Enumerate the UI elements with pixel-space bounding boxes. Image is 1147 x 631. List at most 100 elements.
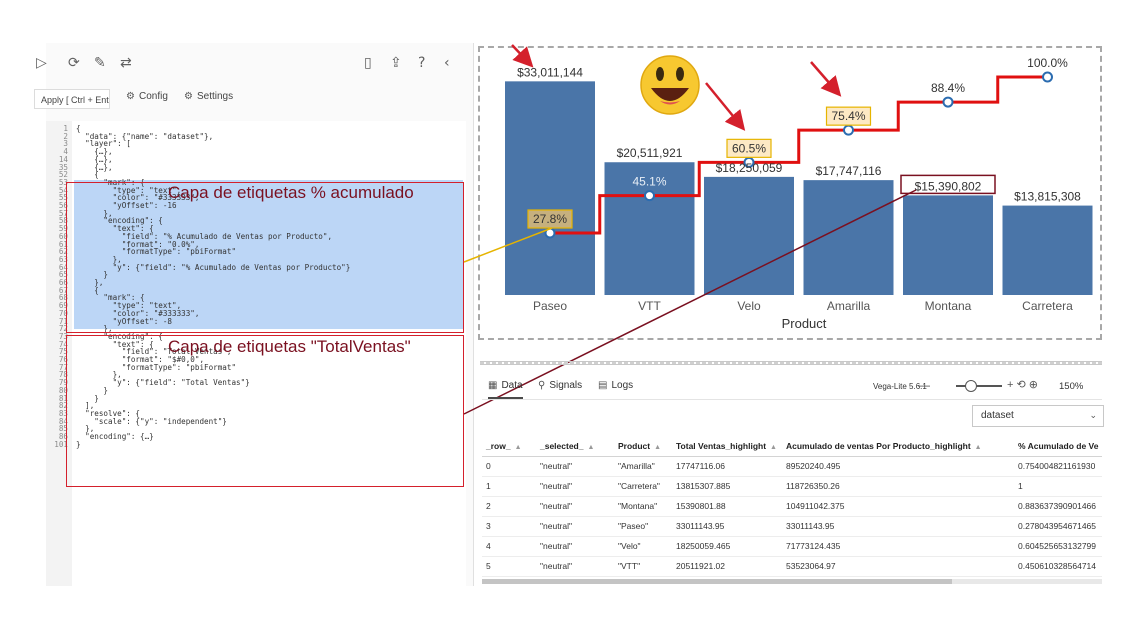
column-header-label: _selected_ xyxy=(540,440,584,451)
table-cell: 118726350.26 xyxy=(782,476,1014,497)
table-cell: 13815307.885 xyxy=(672,476,782,497)
table-row: 2 "neutral" "Montana" 15390801.88 104911042.… xyxy=(482,496,1102,517)
tab-logs-label: Logs xyxy=(611,380,634,391)
tab-data[interactable]: ▦ Data xyxy=(488,380,523,399)
table-cell: "VTT" xyxy=(614,556,672,577)
tab-signals[interactable]: ⚲ Signals xyxy=(538,380,582,391)
apply-button[interactable]: Apply [ Ctrl + Enter ] xyxy=(34,89,110,109)
tab-config[interactable]: ⚙ Config xyxy=(126,91,168,102)
table-cell: 53523064.97 xyxy=(782,556,1014,577)
dataset-select-value: dataset xyxy=(981,410,1014,421)
table-cell: 0.883637390901466 xyxy=(1014,496,1102,517)
table-cell: "neutral" xyxy=(536,456,614,477)
tab-logs[interactable]: ▤ Logs xyxy=(598,380,633,391)
sort-icon[interactable]: ▲ xyxy=(654,444,661,451)
column-header-label: Total Ventas_highlight xyxy=(676,440,767,451)
table-cell: 17747116.06 xyxy=(672,456,782,477)
column-header-label: _row_ xyxy=(486,440,511,451)
column-header[interactable]: Acumulado de ventas Por Producto_highlig… xyxy=(782,436,1014,457)
table-cell: 18250059.465 xyxy=(672,536,782,557)
help-icon[interactable]: ? xyxy=(418,55,425,71)
table-body: 0 "neutral" "Amarilla" 17747116.06 89520240.… xyxy=(482,456,1102,577)
table-row: 0 "neutral" "Amarilla" 17747116.06 89520240.… xyxy=(482,456,1102,477)
table-cell: "neutral" xyxy=(536,476,614,497)
collapse-icon[interactable]: ‹ xyxy=(444,55,450,71)
column-header[interactable]: Total Ventas_highlight ▲ xyxy=(672,436,782,457)
table-cell: 1 xyxy=(482,476,536,497)
table-cell: "neutral" xyxy=(536,516,614,537)
column-header-label: Acumulado de ventas Por Producto_highlig… xyxy=(786,440,971,451)
table-cell: "Montana" xyxy=(614,496,672,517)
table-cell: 89520240.495 xyxy=(782,456,1014,477)
tab-settings-label: Settings xyxy=(196,91,234,102)
annotation-title-cumulative: Capa de etiquetas % acumulado xyxy=(168,183,414,202)
table-row: 4 "neutral" "Velo" 18250059.465 71773124.435… xyxy=(482,536,1102,557)
table-cell: "neutral" xyxy=(536,496,614,517)
share-icon[interactable]: ⇪ xyxy=(390,55,402,71)
table-cell: "Carretera" xyxy=(614,476,672,497)
chart-view xyxy=(478,46,1102,340)
table-scrollbar-thumb[interactable] xyxy=(482,579,952,584)
column-header-label: % Acumulado de Ve xyxy=(1018,440,1099,451)
config-icon: ⚙ xyxy=(126,91,135,102)
column-header[interactable]: % Acumulado de Ve xyxy=(1014,436,1102,457)
table-cell: "neutral" xyxy=(536,536,614,557)
sort-icon[interactable]: ▲ xyxy=(770,444,777,451)
table-cell: "neutral" xyxy=(536,556,614,577)
table-cell: 20511921.02 xyxy=(672,556,782,577)
sort-icon[interactable]: ▲ xyxy=(515,444,522,451)
column-header[interactable]: _selected_ ▲ xyxy=(536,436,614,457)
tab-data-label: Data xyxy=(501,380,523,391)
tab-settings[interactable]: ⚙ Settings xyxy=(184,91,233,102)
table-header-row: _row_ ▲ _selected_ ▲ Product ▲ Total Ventas_hi… xyxy=(482,436,1102,457)
run-icon[interactable]: ▷ xyxy=(36,55,47,71)
table-row: 3 "neutral" "Paseo" 33011143.95 33011143.95 0… xyxy=(482,516,1102,537)
sort-icon[interactable]: ▲ xyxy=(975,444,982,451)
table-cell: 5 xyxy=(482,556,536,577)
table-cell: "Paseo" xyxy=(614,516,672,537)
dataset-select[interactable]: dataset ⌄ xyxy=(972,405,1104,427)
table-cell: 4 xyxy=(482,536,536,557)
table-cell: 0.604525653132799 xyxy=(1014,536,1102,557)
editor-tabs: Apply [ Ctrl + Enter ] ⚙Config ⚙Settings xyxy=(34,87,474,113)
pane-splitter[interactable] xyxy=(480,361,1102,365)
signals-icon: ⚲ xyxy=(538,380,546,391)
data-panel-toolbar: ▦ Data ⚲ Signals ▤ Logs Vega-Lite 5.6.1 — +… xyxy=(482,372,1102,400)
table-row: 5 "neutral" "VTT" 20511921.02 53523064.97 0.4… xyxy=(482,556,1102,577)
column-header[interactable]: _row_ ▲ xyxy=(482,436,536,457)
tab-signals-label: Signals xyxy=(549,380,583,391)
table-row: 1 "neutral" "Carretera" 13815307.885 1187263… xyxy=(482,476,1102,497)
table-icon: ▦ xyxy=(488,380,498,391)
zoom-slider-thumb[interactable] xyxy=(965,380,977,392)
table-cell: 0.278043954671465 xyxy=(1014,516,1102,537)
settings-icon: ⚙ xyxy=(184,91,193,102)
zoom-level: 150% xyxy=(1059,381,1084,392)
wrench-icon[interactable]: ✎ xyxy=(94,55,106,71)
table-cell: 2 xyxy=(482,496,536,517)
column-header[interactable]: Product ▲ xyxy=(614,436,672,457)
table-cell: 0.754004821161930 xyxy=(1014,456,1102,477)
data-table: _row_ ▲ _selected_ ▲ Product ▲ Total Ventas_hi… xyxy=(482,436,1102,577)
swap-icon[interactable]: ⇄ xyxy=(120,55,132,71)
table-cell: 0 xyxy=(482,456,536,477)
table-cell: 1 xyxy=(1014,476,1102,497)
table-cell: 71773124.435 xyxy=(782,536,1014,557)
table-cell: 33011143.95 xyxy=(672,516,782,537)
line-number: 101 xyxy=(54,439,68,449)
zoom-in-controls[interactable]: + ⟲ ⊕ xyxy=(1007,378,1038,391)
zoom-out-button[interactable]: — xyxy=(918,378,930,392)
table-cell: 15390801.88 xyxy=(672,496,782,517)
chevron-down-icon: ⌄ xyxy=(1089,411,1097,421)
sort-icon[interactable]: ▲ xyxy=(587,444,594,451)
annotation-title-total: Capa de etiquetas "TotalVentas" xyxy=(168,337,411,356)
refresh-icon[interactable]: ⟳ xyxy=(68,55,80,71)
column-header-label: Product xyxy=(618,440,651,451)
zoom-slider-track[interactable] xyxy=(956,385,1002,387)
table-cell: "Velo" xyxy=(614,536,672,557)
table-cell: 33011143.95 xyxy=(782,516,1014,537)
table-cell: 0.450610328564714 xyxy=(1014,556,1102,577)
table-cell: 3 xyxy=(482,516,536,537)
new-file-icon[interactable]: ▯ xyxy=(364,55,372,71)
logs-icon: ▤ xyxy=(598,380,608,391)
annotation-box-cumulative xyxy=(66,182,464,333)
